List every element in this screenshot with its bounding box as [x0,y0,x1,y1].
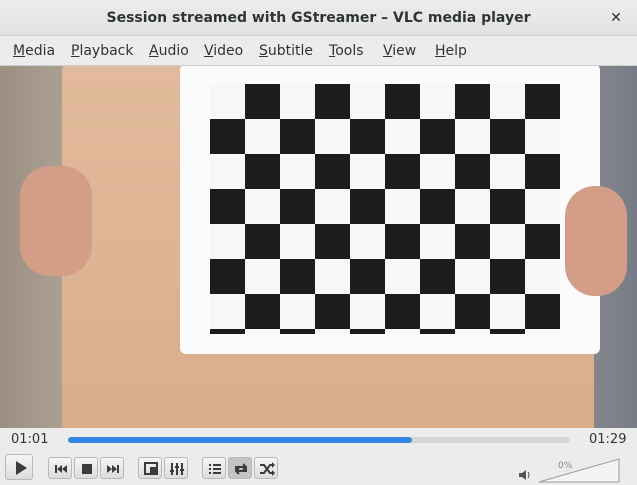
extended-settings-button[interactable] [164,457,188,479]
elapsed-time: 01:01 [11,432,49,447]
previous-icon [55,465,67,473]
seek-progress [68,437,412,443]
play-button[interactable] [5,454,33,480]
loop-button[interactable] [228,457,252,479]
speaker-icon[interactable] [517,468,531,482]
equalizer-icon [170,463,184,475]
menu-playback[interactable]: Playback [71,36,133,66]
menu-media[interactable]: Media [13,36,55,66]
video-area[interactable] [0,66,637,428]
total-time: 01:29 [589,432,627,447]
title-bar: Session streamed with GStreamer – VLC me… [0,0,637,36]
fullscreen-icon [144,462,158,475]
stop-button[interactable] [74,457,98,479]
menu-subtitle[interactable]: Subtitle [259,36,313,66]
right-hand [565,186,627,296]
video-frame-board [62,66,600,428]
shuffle-icon [260,462,275,476]
menu-video[interactable]: Video [204,36,243,66]
left-hand [20,166,92,276]
menu-view[interactable]: View [383,36,416,66]
menu-audio[interactable]: Audio [149,36,189,66]
video-frame-paper [180,66,600,354]
next-icon [107,465,119,473]
play-icon [16,461,27,475]
menu-tools[interactable]: Tools [329,36,364,66]
menu-help[interactable]: Help [435,36,467,66]
playlist-icon [209,464,221,474]
shuffle-button[interactable] [254,457,278,479]
checkerboard-pattern [210,84,560,334]
stop-icon [82,464,92,474]
control-bar: 01:01 01:29 0% [0,428,637,485]
fullscreen-button[interactable] [138,457,162,479]
next-button[interactable] [100,457,124,479]
close-button[interactable]: ✕ [605,7,627,29]
loop-icon [234,463,248,475]
window-title: Session streamed with GStreamer – VLC me… [106,10,531,26]
menu-bar: Media Playback Audio Video Subtitle Tool… [0,36,637,66]
volume-slider[interactable] [538,458,620,483]
seek-slider[interactable] [68,437,570,443]
playlist-button[interactable] [202,457,226,479]
previous-button[interactable] [48,457,72,479]
